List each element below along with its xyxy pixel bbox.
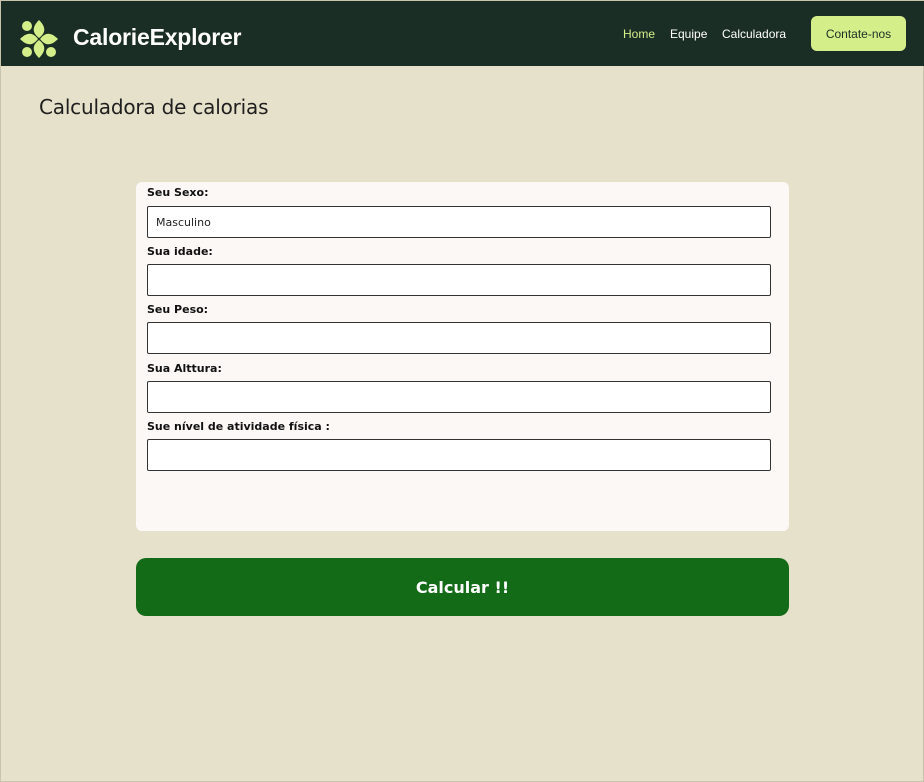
peso-label: Seu Peso: — [147, 303, 209, 316]
idade-field[interactable] — [147, 264, 771, 296]
peso-field[interactable] — [147, 322, 771, 354]
contact-button[interactable]: Contate-nos — [811, 16, 906, 51]
nav-link-home[interactable]: Home — [623, 27, 655, 41]
idade-label: Sua idade: — [147, 245, 213, 258]
atividade-field[interactable] — [147, 439, 771, 471]
altura-label: Sua Alttura: — [147, 362, 222, 375]
nav-link-equipe[interactable]: Equipe — [670, 27, 707, 41]
calculate-button[interactable]: Calcular !! — [136, 558, 789, 616]
page: CalorieExplorer Home Equipe Calculadora … — [0, 0, 924, 782]
calculator-form-card: Seu Sexo: Masculino Sua idade: Seu Peso:… — [136, 182, 789, 531]
clover-logo-icon[interactable] — [19, 18, 59, 60]
altura-field[interactable] — [147, 381, 771, 413]
top-navbar: CalorieExplorer Home Equipe Calculadora … — [1, 1, 924, 66]
nav-link-calculadora[interactable]: Calculadora — [722, 27, 786, 41]
page-title: Calculadora de calorias — [39, 95, 269, 119]
atividade-label: Sue nível de atividade física : — [147, 420, 330, 433]
brand-name[interactable]: CalorieExplorer — [73, 24, 241, 51]
sexo-label: Seu Sexo: — [147, 186, 209, 199]
sexo-field[interactable]: Masculino — [147, 206, 771, 238]
